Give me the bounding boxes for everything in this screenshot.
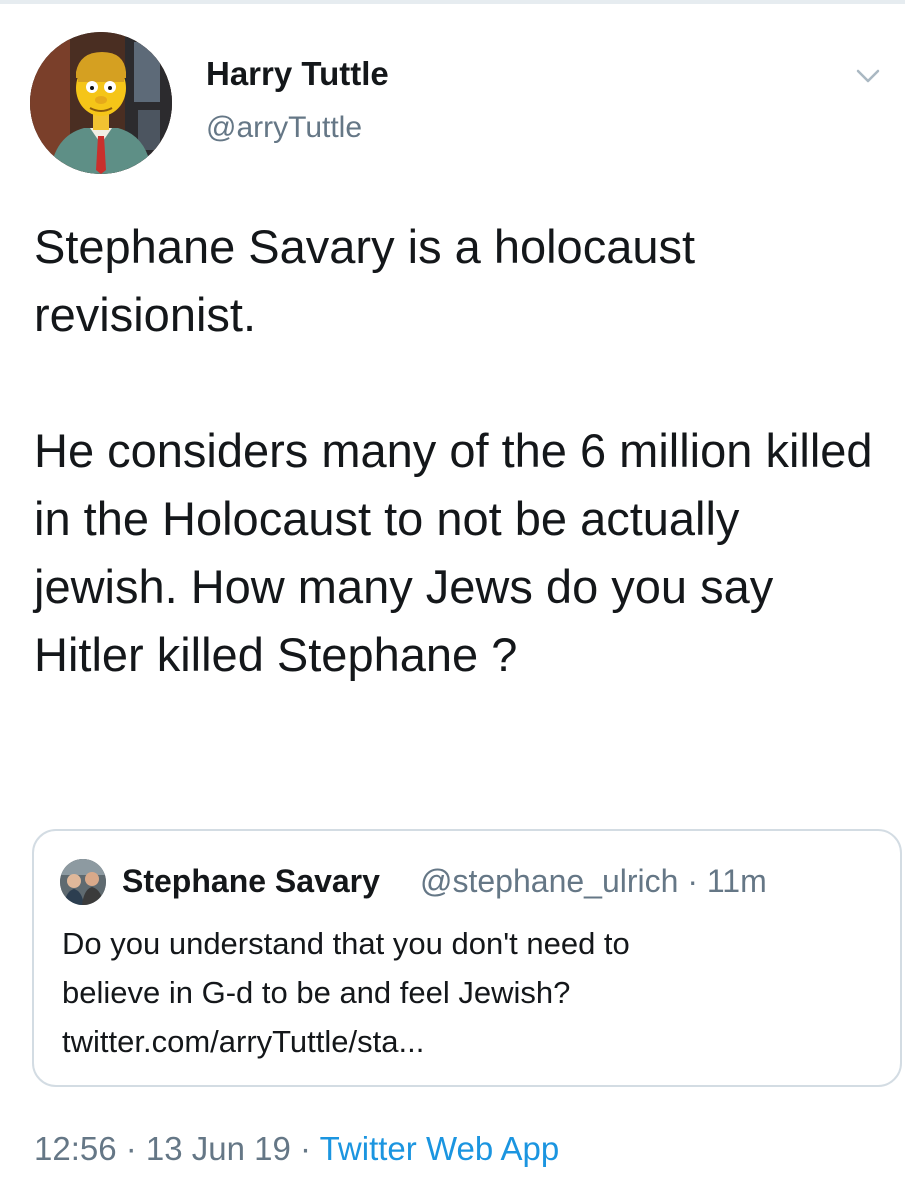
quoted-author-avatar <box>60 859 106 905</box>
tweet-source-app[interactable]: Twitter Web App <box>320 1130 560 1167</box>
quoted-tweet-link[interactable]: twitter.com/arryTuttle/sta... <box>62 1017 882 1066</box>
avatar-image <box>30 32 172 174</box>
tweet-text: Stephane Savary is a holocaust revisioni… <box>34 213 884 689</box>
tweet-footer: 12:56 · 13 Jun 19 · Twitter Web App <box>34 1124 559 1174</box>
author-names: Harry Tuttle @arryTuttle <box>206 52 389 150</box>
tweet-paragraph: Stephane Savary is a holocaust revisioni… <box>34 220 696 341</box>
quoted-tweet[interactable]: Stephane Savary @stephane_ulrich · 11m D… <box>32 829 902 1087</box>
quoted-author-meta[interactable]: @stephane_ulrich · 11m <box>420 853 767 909</box>
quoted-tweet-text: Do you understand that you don't need to… <box>62 919 882 1066</box>
tweet-timestamp[interactable]: 12:56 · 13 Jun 19 · <box>34 1130 320 1167</box>
avatar-image <box>60 859 106 905</box>
tweet-paragraph: He considers many of the 6 million kille… <box>34 424 873 681</box>
tweet-header: Harry Tuttle @arryTuttle <box>30 32 890 177</box>
chevron-down-icon[interactable] <box>852 60 884 92</box>
quoted-author-display-name[interactable]: Stephane Savary <box>122 853 380 909</box>
quoted-tweet-line: believe in G-d to be and feel Jewish? <box>62 975 571 1010</box>
author-display-name[interactable]: Harry Tuttle <box>206 52 389 96</box>
author-handle[interactable]: @arryTuttle <box>206 106 389 150</box>
author-avatar[interactable] <box>30 32 172 174</box>
top-divider <box>0 0 905 4</box>
quoted-tweet-line: Do you understand that you don't need to <box>62 926 630 961</box>
